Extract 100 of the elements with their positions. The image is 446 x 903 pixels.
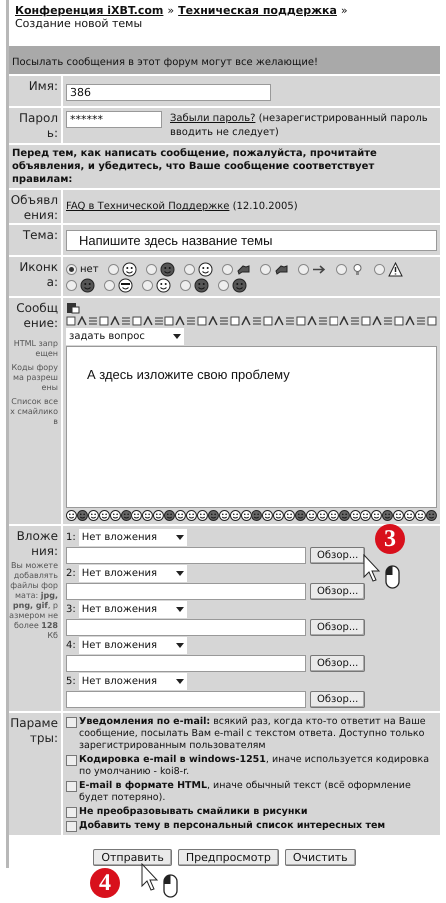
browse-button[interactable]: Обзор... <box>310 691 366 708</box>
smiley-icon[interactable] <box>316 510 328 521</box>
dropdown[interactable]: Нет вложения <box>78 673 187 690</box>
radio-button[interactable] <box>66 264 77 275</box>
radio-button[interactable] <box>298 264 309 275</box>
smiley-icon[interactable] <box>208 510 219 521</box>
browse-button[interactable]: Обзор... <box>310 583 366 600</box>
smiley-icon[interactable] <box>98 510 110 521</box>
smiley-icon[interactable] <box>142 510 154 521</box>
smiley-icon[interactable] <box>382 510 394 521</box>
message-textarea[interactable]: А здесь изложите свою проблему <box>66 346 437 508</box>
smiley-icon[interactable] <box>76 510 88 521</box>
smiley-icon[interactable] <box>88 510 99 521</box>
dropdown[interactable]: задать вопрос <box>66 328 184 345</box>
name-field[interactable]: 386 <box>66 84 271 101</box>
subject-field[interactable]: Напишите здесь название темы <box>66 230 437 251</box>
breadcrumb-link[interactable]: Техническая поддержка <box>178 4 337 17</box>
radio-button[interactable] <box>260 264 271 275</box>
radio-button[interactable] <box>374 264 385 275</box>
smiley-icon[interactable] <box>338 510 350 521</box>
radio-button[interactable] <box>222 264 233 275</box>
browse-button[interactable]: Обзор... <box>310 547 366 564</box>
file-path-field[interactable] <box>66 655 306 672</box>
smiley-icon[interactable] <box>262 510 274 521</box>
smiley-icon[interactable] <box>175 510 186 521</box>
smiley-icon[interactable] <box>360 510 372 521</box>
toolbar-icon[interactable] <box>262 316 273 326</box>
toolbar-icon[interactable] <box>405 316 415 326</box>
smiley-icon[interactable] <box>131 510 142 521</box>
toolbar-icon[interactable] <box>416 316 426 326</box>
toolbar-icon[interactable] <box>142 316 152 326</box>
announcement-link[interactable]: FAQ в Технической Поддержке <box>66 201 230 212</box>
radio-button[interactable] <box>66 280 77 291</box>
file-path-field[interactable] <box>66 547 306 564</box>
form-button[interactable]: Отправить <box>93 849 172 866</box>
toolbar-icon[interactable] <box>88 316 98 326</box>
file-path-field[interactable] <box>66 619 306 636</box>
radio-button[interactable] <box>180 280 191 291</box>
dropdown[interactable]: Нет вложения <box>78 565 187 582</box>
smiley-icon[interactable] <box>295 510 306 521</box>
smiley-icon[interactable] <box>218 510 230 521</box>
checkbox[interactable] <box>66 755 77 766</box>
radio-button[interactable] <box>142 280 153 291</box>
toolbar-icon[interactable] <box>318 316 328 326</box>
smiley-icon[interactable] <box>110 510 121 521</box>
radio-button[interactable] <box>218 280 229 291</box>
file-path-field[interactable] <box>66 691 306 708</box>
radio-button[interactable] <box>104 280 115 291</box>
password-field[interactable]: ****** <box>66 111 162 128</box>
smiley-icon[interactable] <box>230 510 240 521</box>
toolbar-icon[interactable] <box>76 316 87 326</box>
smiley-icon[interactable] <box>251 510 262 521</box>
toolbar-icon[interactable] <box>426 316 437 326</box>
dropdown[interactable]: Нет вложения <box>78 637 187 654</box>
smiley-icon[interactable] <box>273 510 284 521</box>
form-button[interactable]: Очистить <box>284 849 356 866</box>
toolbar-icon[interactable] <box>164 316 174 326</box>
toolbar-icon[interactable] <box>110 316 120 326</box>
radio-button[interactable] <box>108 264 119 275</box>
breadcrumb-link[interactable]: Конференция iXBT.com <box>15 4 164 17</box>
checkbox[interactable] <box>66 807 77 818</box>
smiley-icon[interactable] <box>186 510 197 521</box>
smiley-icon[interactable] <box>415 510 426 521</box>
toolbar-icon[interactable] <box>274 316 284 326</box>
dropdown[interactable]: Нет вложения <box>78 601 187 618</box>
smiley-icon[interactable] <box>306 510 317 521</box>
toolbar-icon[interactable] <box>252 316 262 326</box>
toolbar-icon[interactable] <box>175 316 186 326</box>
toolbar-icon[interactable] <box>197 316 208 326</box>
checkbox[interactable] <box>66 781 77 792</box>
smiley-icon[interactable] <box>371 510 382 521</box>
smiley-icon[interactable] <box>164 510 176 521</box>
toolbar-icon[interactable] <box>339 316 350 326</box>
file-path-field[interactable] <box>66 583 306 600</box>
smiley-icon[interactable] <box>404 510 415 521</box>
clipboard-icon[interactable] <box>66 301 80 314</box>
browse-button[interactable]: Обзор... <box>310 655 366 672</box>
toolbar-icon[interactable] <box>296 316 306 326</box>
toolbar-icon[interactable] <box>66 316 76 326</box>
toolbar-icon[interactable] <box>98 316 109 326</box>
toolbar-icon[interactable] <box>154 316 164 326</box>
forgot-password-link[interactable]: Забыли пароль? <box>170 113 256 124</box>
smiley-icon[interactable] <box>426 510 437 521</box>
smiley-icon[interactable] <box>328 510 339 521</box>
toolbar-icon[interactable] <box>350 316 360 326</box>
toolbar-icon[interactable] <box>394 316 404 326</box>
radio-button[interactable] <box>336 264 347 275</box>
checkbox[interactable] <box>66 821 77 832</box>
smiley-icon[interactable] <box>284 510 296 521</box>
toolbar-icon[interactable] <box>361 316 372 326</box>
smiley-icon[interactable] <box>350 510 360 521</box>
radio-button[interactable] <box>184 264 195 275</box>
smiley-icon[interactable] <box>120 510 132 521</box>
smiley-icon[interactable] <box>66 510 77 521</box>
smiley-icon[interactable] <box>196 510 208 521</box>
toolbar-icon[interactable] <box>132 316 142 326</box>
toolbar-icon[interactable] <box>219 316 230 326</box>
smiley-icon[interactable] <box>240 510 252 521</box>
form-button[interactable]: Предпросмотр <box>178 849 279 866</box>
toolbar-icon[interactable] <box>120 316 131 326</box>
